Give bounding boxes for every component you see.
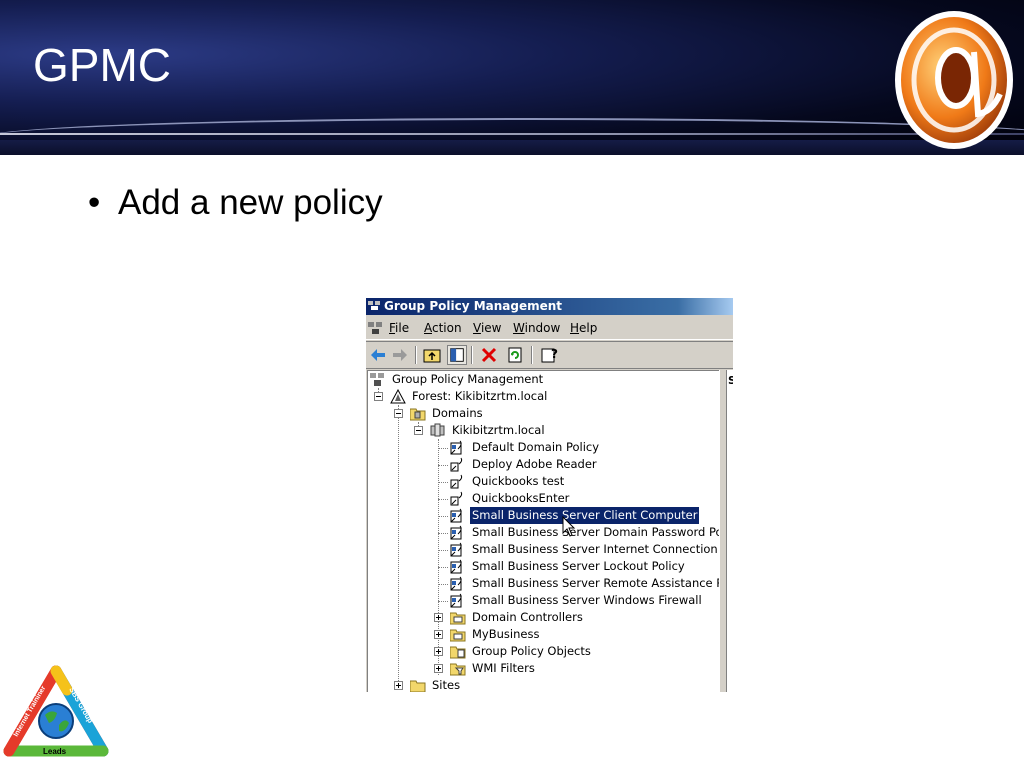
toolbar-separator bbox=[531, 346, 533, 364]
tree-line bbox=[438, 465, 448, 466]
sites-folder-icon bbox=[410, 680, 426, 692]
tree-line bbox=[438, 533, 448, 534]
wmi-folder-icon bbox=[450, 663, 466, 676]
at-sign-logo-icon bbox=[895, 11, 1013, 149]
details-pane: S bbox=[726, 370, 733, 692]
tree-line bbox=[438, 567, 448, 568]
menu-help[interactable]: Help bbox=[570, 317, 597, 339]
bullet-text: Add a new policy bbox=[118, 183, 383, 222]
gpo-link-icon bbox=[450, 525, 462, 540]
ou-folder-icon bbox=[450, 629, 466, 642]
menu-view[interactable]: View bbox=[473, 317, 501, 339]
gpo-link-icon bbox=[450, 576, 462, 591]
tree-line bbox=[438, 439, 439, 675]
expand-toggle[interactable] bbox=[434, 664, 443, 673]
expand-toggle[interactable] bbox=[394, 681, 403, 690]
menu-window[interactable]: Window bbox=[513, 317, 560, 339]
tree-line bbox=[438, 550, 448, 551]
gpo-link-icon bbox=[450, 508, 462, 523]
show-hide-tree-icon[interactable] bbox=[447, 345, 467, 365]
expand-toggle[interactable] bbox=[434, 613, 443, 622]
svg-text:?: ? bbox=[551, 347, 558, 361]
tree-line bbox=[438, 584, 448, 585]
gpmc-app-icon bbox=[368, 301, 380, 310]
tree-line bbox=[438, 601, 448, 602]
menu-bar: File Action View Window Help bbox=[366, 317, 733, 340]
tree-line bbox=[438, 516, 448, 517]
refresh-icon[interactable] bbox=[505, 345, 525, 365]
gpo-link-icon bbox=[450, 559, 462, 574]
gpo-folder-icon bbox=[450, 646, 466, 659]
tree-line bbox=[438, 448, 448, 449]
help-icon[interactable]: ? bbox=[539, 345, 559, 365]
menu-file[interactable]: File bbox=[389, 317, 409, 339]
collapse-toggle[interactable] bbox=[394, 409, 403, 418]
gpo-link-icon bbox=[450, 542, 462, 557]
toolbar-separator bbox=[471, 346, 473, 364]
svg-text:Leads: Leads bbox=[43, 747, 67, 756]
toolbar-separator bbox=[415, 346, 417, 364]
gpo-link-disabled-icon bbox=[450, 491, 463, 506]
forest-icon bbox=[390, 389, 406, 404]
tree-line bbox=[438, 499, 448, 500]
gpo-link-disabled-icon bbox=[450, 474, 463, 489]
details-pane-heading: S bbox=[728, 374, 733, 387]
tree-line bbox=[398, 405, 399, 687]
collapse-toggle[interactable] bbox=[374, 392, 383, 401]
delete-icon[interactable] bbox=[479, 345, 499, 365]
tree-scrollbar[interactable] bbox=[719, 370, 726, 692]
header-band bbox=[0, 140, 1024, 155]
back-arrow-icon[interactable] bbox=[368, 345, 388, 365]
mouse-pointer-icon bbox=[562, 516, 576, 537]
header-rule bbox=[0, 133, 1024, 135]
ou-folder-icon bbox=[450, 612, 466, 625]
menu-action[interactable]: Action bbox=[424, 317, 462, 339]
slide-header: GPMC bbox=[0, 0, 1024, 155]
expand-toggle[interactable] bbox=[434, 630, 443, 639]
sbs-group-logo-icon: Internet Traininer SBS Group Leads bbox=[3, 665, 109, 757]
tree-line bbox=[438, 482, 448, 483]
gpo-link-icon bbox=[450, 440, 462, 455]
up-folder-icon[interactable] bbox=[422, 345, 442, 365]
bullet-item: • Add a new policy bbox=[88, 183, 383, 222]
collapse-toggle[interactable] bbox=[414, 426, 423, 435]
toolbar: ? bbox=[366, 341, 733, 369]
forward-arrow-icon[interactable] bbox=[390, 345, 410, 365]
domains-folder-icon bbox=[410, 408, 426, 421]
window-titlebar[interactable]: Group Policy Management bbox=[366, 298, 733, 315]
gpmc-window: Group Policy Management File Action View… bbox=[366, 298, 733, 692]
console-tree-pane[interactable]: Group Policy Management Forest: Kikibitz… bbox=[367, 370, 733, 692]
gpo-link-icon bbox=[450, 593, 462, 608]
gpo-link-disabled-icon bbox=[450, 457, 463, 472]
window-title: Group Policy Management bbox=[384, 299, 563, 313]
console-menu-icon[interactable] bbox=[368, 321, 383, 335]
gpmc-root-icon bbox=[370, 373, 384, 386]
domain-icon bbox=[430, 423, 445, 437]
slide-title: GPMC bbox=[33, 39, 171, 91]
expand-toggle[interactable] bbox=[434, 647, 443, 656]
